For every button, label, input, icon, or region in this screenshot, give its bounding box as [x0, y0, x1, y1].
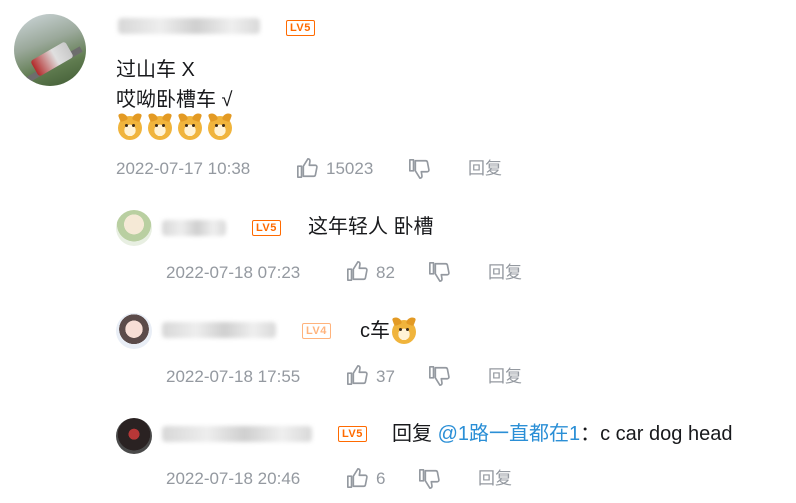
- like-count: 6: [376, 469, 386, 488]
- reply-button[interactable]: 回复: [488, 366, 522, 388]
- username-blurred[interactable]: [162, 322, 276, 338]
- thumbs-up-icon[interactable]: [346, 260, 368, 282]
- thumbs-up-icon[interactable]: [346, 364, 368, 386]
- thumbs-down-icon[interactable]: [428, 365, 450, 387]
- timestamp: 2022-07-18 07:23: [166, 263, 301, 282]
- username-blurred[interactable]: [162, 220, 226, 236]
- like-count: 15023: [326, 159, 374, 178]
- thumbs-down-icon[interactable]: [418, 468, 440, 490]
- like-count: 37: [376, 367, 395, 386]
- avatar[interactable]: [116, 313, 152, 349]
- doge-emoji: [147, 111, 173, 140]
- doge-emoji: [207, 111, 233, 140]
- reply-text: 这年轻人 卧槽: [308, 216, 434, 238]
- reply-button[interactable]: 回复: [488, 262, 522, 284]
- doge-emoji: [391, 315, 417, 344]
- avatar[interactable]: [116, 418, 152, 454]
- level-badge: LV5: [252, 220, 281, 236]
- like-count: 82: [376, 263, 395, 282]
- thumbs-up-icon[interactable]: [346, 467, 368, 489]
- timestamp: 2022-07-18 20:46: [166, 469, 301, 488]
- avatar[interactable]: [14, 14, 86, 86]
- avatar[interactable]: [116, 210, 152, 246]
- timestamp: 2022-07-18 17:55: [166, 367, 301, 386]
- reply-text: c车: [360, 320, 390, 342]
- reply-button[interactable]: 回复: [478, 468, 512, 490]
- username-blurred[interactable]: [162, 426, 312, 442]
- comment-text-line-1: 过山车 X: [116, 59, 195, 81]
- thumbs-down-icon[interactable]: [428, 261, 450, 283]
- username-blurred[interactable]: [118, 18, 260, 34]
- emoji-row: [117, 111, 238, 140]
- level-badge: LV5: [338, 426, 367, 442]
- timestamp: 2022-07-17 10:38: [116, 159, 251, 178]
- thumbs-up-icon[interactable]: [296, 157, 318, 179]
- thumbs-down-icon[interactable]: [408, 158, 430, 180]
- level-badge: LV5: [286, 20, 315, 36]
- reply-text: ：c car dog head: [580, 423, 733, 445]
- reply-text-row: c车: [360, 315, 422, 344]
- reply-text-row: 回复 @1路一直都在1：c car dog head: [392, 421, 732, 447]
- user-mention-link[interactable]: @1路一直都在1: [438, 423, 581, 445]
- reply-prefix: 回复: [392, 423, 438, 445]
- doge-emoji: [177, 111, 203, 140]
- level-badge: LV4: [302, 323, 331, 339]
- reply-button[interactable]: 回复: [468, 158, 502, 180]
- doge-emoji: [117, 111, 143, 140]
- avatar-image-train: [30, 41, 74, 77]
- comment-text-line-2: 哎呦卧槽车 √: [116, 89, 233, 111]
